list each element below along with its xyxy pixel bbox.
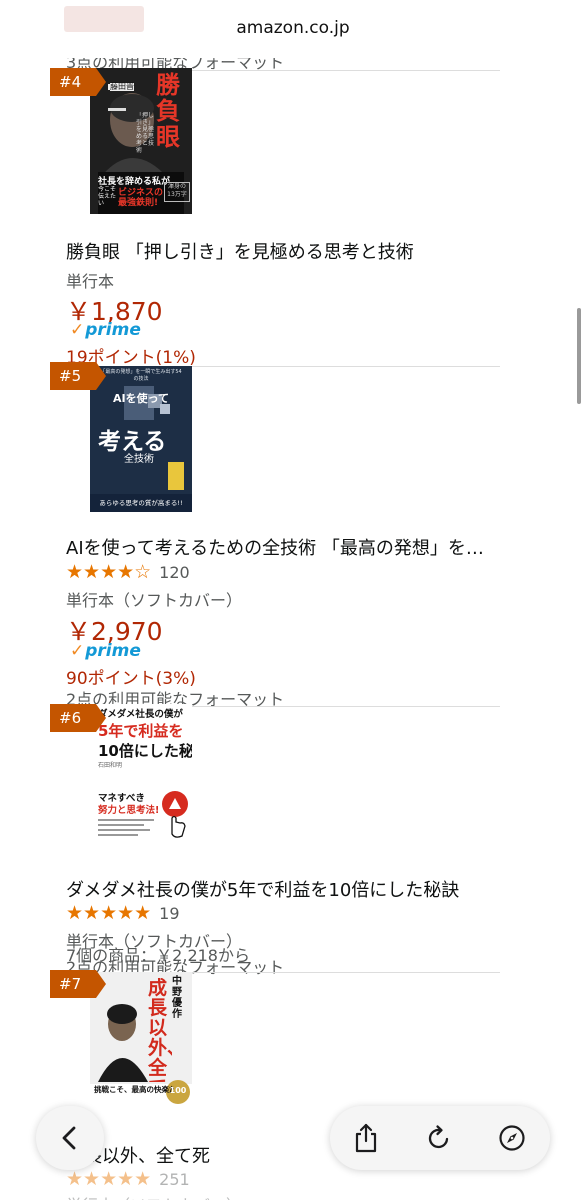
cover-author: 中野優作 [172,976,182,1020]
cover-title: 成長以外、全て死 [148,978,172,1082]
cover-band-tag: 今こそ伝えたい [98,186,117,207]
rank-badge: #5 [50,362,106,390]
rank-badge: #7 [50,970,106,998]
cover-band: 挑戦こそ、最高の快楽だ。 [94,1085,174,1094]
toolbar-actions [330,1106,550,1170]
rank-badge: #4 [50,68,106,96]
rank-badge: #6 [50,704,106,732]
cover-sub: 全技術 [124,454,154,465]
hand-pointer-icon [162,791,188,838]
rating-count: 120 [159,562,190,582]
cover-line-1: ダメダメ社長の僕が [98,709,183,720]
prime-label: prime [85,320,141,340]
check-icon: ✓ [70,320,85,340]
star-rating-icon: ★★★★☆ [66,561,152,583]
prime-badge: ✓prime [70,641,141,661]
rating[interactable]: ★★★★☆ 120 [66,561,190,583]
url-text[interactable]: amazon.co.jp [0,18,586,38]
cover-line-3: 10倍にした秘訣 [98,742,192,760]
star-rating-icon: ★★★★★ [66,902,152,924]
cover-line-2: 5年で利益を [98,722,184,740]
share-icon [355,1123,377,1153]
cover-line-5: 努力と思考法! [98,805,160,816]
product-title[interactable]: ダメダメ社長の僕が5年で利益を10倍にした秘訣 [66,876,506,902]
binding-type[interactable]: 単行本 [66,268,114,292]
check-icon: ✓ [70,641,85,661]
binding-type[interactable]: 単行本（ソフトカバー） [66,587,242,611]
compass-button[interactable] [492,1118,532,1158]
share-button[interactable] [346,1118,386,1158]
rating[interactable]: ★★★★★ 19 [66,902,180,924]
cover-stamp: 渾身の13万字 [164,182,190,202]
cover-title: 勝負眼 [156,71,180,151]
cover-badge: 100 [169,1086,187,1095]
rating-count: 19 [159,903,180,923]
browser-toolbar [0,1100,586,1200]
prime-badge: ✓prime [70,320,141,340]
back-button[interactable] [36,1106,104,1170]
product-title[interactable]: 勝負眼 「押し引き」を見極める思考と技術 [66,238,506,264]
product-title[interactable]: AIを使って考えるための全技術 「最高の発想」を… [66,534,506,560]
url-bar[interactable]: amazon.co.jp [0,0,586,58]
cover-subtitle: 「押し引き」を見極める思考と技術 [136,112,154,154]
scrollbar[interactable] [577,308,581,404]
cover-author: 石田和明 [98,762,123,769]
cover-top-text: 「最高の発想」を一瞬で生み出す54の技法 [100,369,182,382]
cover-author: 藤田晋 [110,82,134,91]
cover-band: あらゆる思考の質が高まる!! [99,499,183,507]
reload-icon [428,1125,449,1149]
prime-label: prime [85,641,141,661]
compass-icon [499,1125,525,1151]
cover-band-red: ビジネスの最強鉄則! [118,188,164,208]
chevron-left-icon [62,1126,76,1150]
cover-small-text [98,816,158,846]
cover-ai: AIを使って [112,392,170,405]
reload-button[interactable] [419,1118,459,1158]
